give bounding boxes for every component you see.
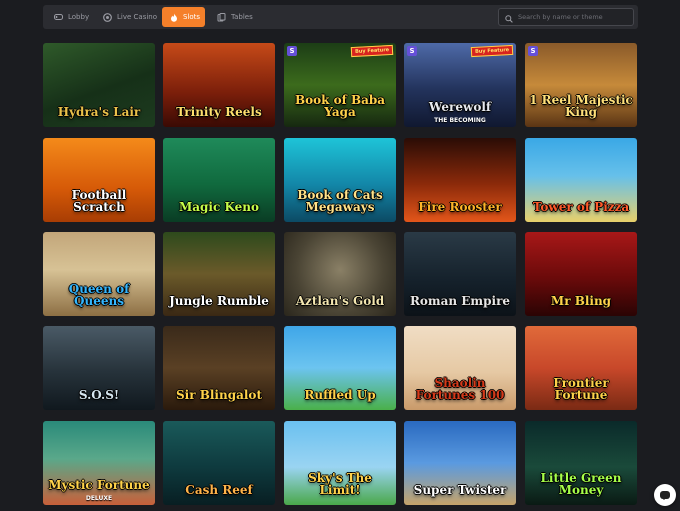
- game-tile[interactable]: S Buy Feature Werewolf THE BECOMING: [404, 43, 516, 127]
- game-title: Werewolf: [428, 100, 492, 115]
- game-title: Ruffled Up: [304, 388, 376, 403]
- search-input[interactable]: [518, 13, 628, 21]
- game-title: Frontier Fortune: [553, 375, 609, 403]
- search-box: [498, 8, 634, 26]
- search-icon: [505, 8, 513, 27]
- game-title: Cash Reef: [185, 483, 253, 498]
- game-tile[interactable]: Queen of Queens: [43, 232, 155, 316]
- game-tile[interactable]: Cash Reef: [163, 421, 275, 505]
- game-title: Football Scratch: [71, 187, 127, 215]
- game-tile[interactable]: Frontier Fortune: [525, 326, 637, 410]
- game-title: Magic Keno: [178, 200, 260, 215]
- game-title: Aztlan's Gold: [295, 294, 385, 309]
- game-title: Sir Blingalot: [176, 388, 262, 403]
- tab-tables[interactable]: Tables: [209, 7, 261, 27]
- game-title: Sky's The Limit!: [308, 470, 372, 498]
- game-tile[interactable]: Roman Empire: [404, 232, 516, 316]
- cards-icon: [217, 12, 226, 22]
- game-subtitle: THE BECOMING: [434, 117, 486, 124]
- chat-bubble-icon: [660, 491, 670, 500]
- game-tile[interactable]: Book of Cats Megaways: [284, 138, 396, 222]
- tab-live-casino[interactable]: Live Casino: [95, 7, 165, 27]
- provider-badge: S: [528, 46, 538, 56]
- game-title: Super Twister: [413, 483, 507, 498]
- provider-badge: S: [407, 46, 417, 56]
- tab-tables-label: Tables: [231, 13, 253, 21]
- game-title: Jungle Rumble: [169, 294, 269, 309]
- tab-lobby-label: Lobby: [68, 13, 90, 21]
- game-tile[interactable]: Super Twister: [404, 421, 516, 505]
- game-tile[interactable]: S.O.S!: [43, 326, 155, 410]
- game-title: Shaolin Fortunes 100: [415, 375, 505, 403]
- game-tile[interactable]: Tower of Pizza: [525, 138, 637, 222]
- game-title: Fire Rooster: [418, 200, 502, 215]
- game-tile[interactable]: Jungle Rumble: [163, 232, 275, 316]
- provider-badge: S: [287, 46, 297, 56]
- game-tile[interactable]: Football Scratch: [43, 138, 155, 222]
- tab-live-casino-label: Live Casino: [117, 13, 158, 21]
- game-subtitle: DELUXE: [85, 495, 113, 502]
- tab-slots-label: Slots: [183, 13, 201, 21]
- game-tile[interactable]: Fire Rooster: [404, 138, 516, 222]
- game-title: Hydra's Lair: [57, 105, 141, 120]
- game-title: S.O.S!: [78, 388, 120, 403]
- game-tile[interactable]: Shaolin Fortunes 100: [404, 326, 516, 410]
- game-title: Trinity Reels: [176, 105, 262, 120]
- game-title: Queen of Queens: [68, 281, 130, 309]
- game-tile[interactable]: Little Green Money: [525, 421, 637, 505]
- game-title: Book of Cats Megaways: [297, 187, 383, 215]
- game-thumbnail: [43, 421, 155, 505]
- tab-slots[interactable]: Slots: [162, 7, 205, 27]
- game-tile[interactable]: Hydra's Lair: [43, 43, 155, 127]
- chat-button[interactable]: [654, 484, 676, 506]
- game-tile[interactable]: S Buy Feature Book of Baba Yaga: [284, 43, 396, 127]
- game-title: Mystic Fortune: [48, 478, 150, 493]
- tab-lobby[interactable]: Lobby: [46, 7, 97, 27]
- game-tile[interactable]: Sky's The Limit!: [284, 421, 396, 505]
- slots-page: Lobby Live Casino Slots Tables H: [0, 0, 680, 511]
- game-tile[interactable]: Sir Blingalot: [163, 326, 275, 410]
- chip-icon: [103, 12, 112, 22]
- game-tile[interactable]: Trinity Reels: [163, 43, 275, 127]
- game-title: Tower of Pizza: [532, 200, 630, 215]
- game-title: Mr Bling: [550, 294, 612, 309]
- game-tile[interactable]: Mystic Fortune DELUXE: [43, 421, 155, 505]
- game-title: 1 Reel Majestic King: [529, 92, 633, 120]
- game-tile[interactable]: Mr Bling: [525, 232, 637, 316]
- game-title: Book of Baba Yaga: [294, 92, 386, 120]
- top-nav: Lobby Live Casino Slots Tables: [43, 5, 638, 29]
- game-tile[interactable]: Magic Keno: [163, 138, 275, 222]
- game-tile[interactable]: S 1 Reel Majestic King: [525, 43, 637, 127]
- game-title: Roman Empire: [409, 294, 511, 309]
- game-tile[interactable]: Aztlan's Gold: [284, 232, 396, 316]
- game-tile[interactable]: Ruffled Up: [284, 326, 396, 410]
- game-title: Little Green Money: [540, 470, 622, 498]
- gamepad-icon: [54, 13, 63, 22]
- flame-icon: [170, 13, 178, 22]
